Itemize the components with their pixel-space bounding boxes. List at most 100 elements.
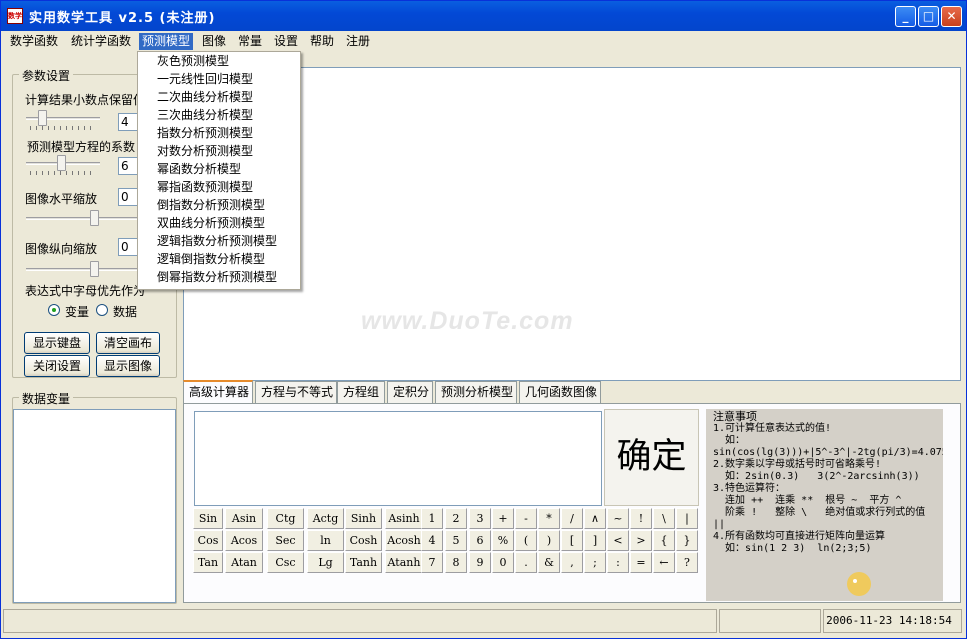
confirm-button[interactable]: 确定 — [604, 409, 699, 506]
key-button[interactable]: 5 — [445, 530, 467, 551]
hscale-slider[interactable] — [26, 208, 138, 230]
key-button[interactable]: ; — [584, 552, 606, 573]
menu-math-functions[interactable]: 数学函数 — [7, 33, 61, 50]
menu-item-logistic-exponential[interactable]: 逻辑指数分析预测模型 — [138, 232, 300, 250]
key-button[interactable]: Lg — [307, 552, 344, 573]
key-button[interactable]: Asin — [225, 508, 263, 529]
menu-register[interactable]: 注册 — [343, 33, 373, 50]
key-button[interactable]: 1 — [421, 508, 443, 529]
clear-canvas-button[interactable]: 清空画布 — [96, 332, 160, 354]
menu-prediction-models[interactable]: 预测模型 — [139, 33, 194, 50]
key-button[interactable]: ] — [584, 530, 606, 551]
key-button[interactable]: ) — [538, 530, 560, 551]
menu-item-exponential[interactable]: 指数分析预测模型 — [138, 124, 300, 142]
variables-list[interactable] — [13, 409, 176, 603]
maximize-icon[interactable]: □ — [918, 6, 939, 27]
key-button[interactable]: ? — [676, 552, 698, 573]
radio-variable[interactable] — [48, 304, 60, 316]
key-button[interactable]: 0 — [492, 552, 514, 573]
key-button[interactable]: % — [492, 530, 514, 551]
show-image-button[interactable]: 显示图像 — [96, 355, 160, 377]
key-button[interactable]: ∧ — [584, 508, 606, 529]
key-button[interactable]: Ctg — [267, 508, 304, 529]
menu-settings[interactable]: 设置 — [271, 33, 301, 50]
key-button[interactable]: / — [561, 508, 583, 529]
menu-statistics[interactable]: 统计学函数 — [68, 33, 134, 50]
key-button[interactable]: Atanh — [385, 552, 423, 573]
key-button[interactable]: ~ — [607, 508, 629, 529]
decimal-slider[interactable] — [26, 108, 100, 130]
key-button[interactable]: Atan — [225, 552, 263, 573]
menu-item-grey-model[interactable]: 灰色预测模型 — [138, 52, 300, 70]
title-bar[interactable]: 数学 实用数学工具 v2.5 (未注册) _ □ ✕ — [1, 1, 966, 31]
menu-item-linear-regression[interactable]: 一元线性回归模型 — [138, 70, 300, 88]
key-button[interactable]: Acos — [225, 530, 263, 551]
menu-item-power-exponential[interactable]: 幂指函数预测模型 — [138, 178, 300, 196]
tab-geometry-graphs[interactable]: 几何函数图像 — [519, 381, 601, 403]
key-button[interactable]: 8 — [445, 552, 467, 573]
show-keyboard-button[interactable]: 显示键盘 — [24, 332, 90, 354]
expression-input[interactable] — [194, 411, 602, 506]
key-button[interactable]: Cos — [193, 530, 223, 551]
key-button[interactable]: Csc — [267, 552, 304, 573]
menu-item-logistic-inverse-exponential[interactable]: 逻辑倒指数分析模型 — [138, 250, 300, 268]
key-button[interactable]: Tanh — [345, 552, 382, 573]
key-button[interactable]: , — [561, 552, 583, 573]
key-button[interactable]: Tan — [193, 552, 223, 573]
menu-help[interactable]: 帮助 — [307, 33, 337, 50]
note-line: 阶乘 ! 整除 \ 绝对值或求行列式的值 || — [713, 507, 932, 530]
vscale-slider[interactable] — [26, 259, 138, 281]
key-button[interactable]: Sin — [193, 508, 223, 529]
menu-item-hyperbolic[interactable]: 双曲线分析预测模型 — [138, 214, 300, 232]
key-button[interactable]: . — [515, 552, 537, 573]
key-button[interactable]: < — [607, 530, 629, 551]
menu-item-logarithmic[interactable]: 对数分析预测模型 — [138, 142, 300, 160]
menu-item-inverse-power-exponential[interactable]: 倒幂指数分析预测模型 — [138, 268, 300, 286]
key-button[interactable]: \ — [653, 508, 675, 529]
key-button[interactable]: = — [630, 552, 652, 573]
key-button[interactable]: 6 — [469, 530, 491, 551]
key-button[interactable]: ← — [653, 552, 675, 573]
key-button[interactable]: 3 — [469, 508, 491, 529]
key-button[interactable]: 9 — [469, 552, 491, 573]
menu-item-cubic-curve[interactable]: 三次曲线分析模型 — [138, 106, 300, 124]
key-button[interactable]: Cosh — [345, 530, 382, 551]
key-button[interactable]: | — [676, 508, 698, 529]
key-button[interactable]: Acosh — [385, 530, 423, 551]
menu-constants[interactable]: 常量 — [235, 33, 265, 50]
key-button[interactable]: * — [538, 508, 560, 529]
key-button[interactable]: - — [515, 508, 537, 529]
menu-item-power[interactable]: 幂函数分析模型 — [138, 160, 300, 178]
close-icon[interactable]: ✕ — [941, 6, 962, 27]
coef-slider[interactable] — [26, 153, 100, 175]
key-button[interactable]: ln — [307, 530, 344, 551]
menu-image[interactable]: 图像 — [199, 33, 229, 50]
tab-definite-integral[interactable]: 定积分 — [387, 381, 433, 403]
key-button[interactable]: 4 — [421, 530, 443, 551]
tab-advanced-calculator[interactable]: 高级计算器 — [183, 380, 253, 404]
key-button[interactable]: > — [630, 530, 652, 551]
key-button[interactable]: + — [492, 508, 514, 529]
close-settings-button[interactable]: 关闭设置 — [24, 355, 90, 377]
note-line: 4.所有函数均可直接进行矩阵向量运算 — [713, 531, 886, 542]
key-button[interactable]: { — [653, 530, 675, 551]
key-button[interactable]: & — [538, 552, 560, 573]
key-button[interactable]: Sinh — [345, 508, 382, 529]
key-button[interactable]: Actg — [307, 508, 344, 529]
tab-equations-inequalities[interactable]: 方程与不等式 — [255, 381, 337, 403]
key-button[interactable]: Sec — [267, 530, 304, 551]
key-button[interactable]: } — [676, 530, 698, 551]
key-button[interactable]: ! — [630, 508, 652, 529]
tab-prediction-models[interactable]: 预测分析模型 — [435, 381, 517, 403]
menu-item-quadratic-curve[interactable]: 二次曲线分析模型 — [138, 88, 300, 106]
key-button[interactable]: 7 — [421, 552, 443, 573]
menu-item-inverse-exponential[interactable]: 倒指数分析预测模型 — [138, 196, 300, 214]
key-button[interactable]: Asinh — [385, 508, 423, 529]
tab-equation-systems[interactable]: 方程组 — [337, 381, 385, 403]
radio-data[interactable] — [96, 304, 108, 316]
key-button[interactable]: [ — [561, 530, 583, 551]
key-button[interactable]: : — [607, 552, 629, 573]
minimize-icon[interactable]: _ — [895, 6, 916, 27]
key-button[interactable]: ( — [515, 530, 537, 551]
key-button[interactable]: 2 — [445, 508, 467, 529]
